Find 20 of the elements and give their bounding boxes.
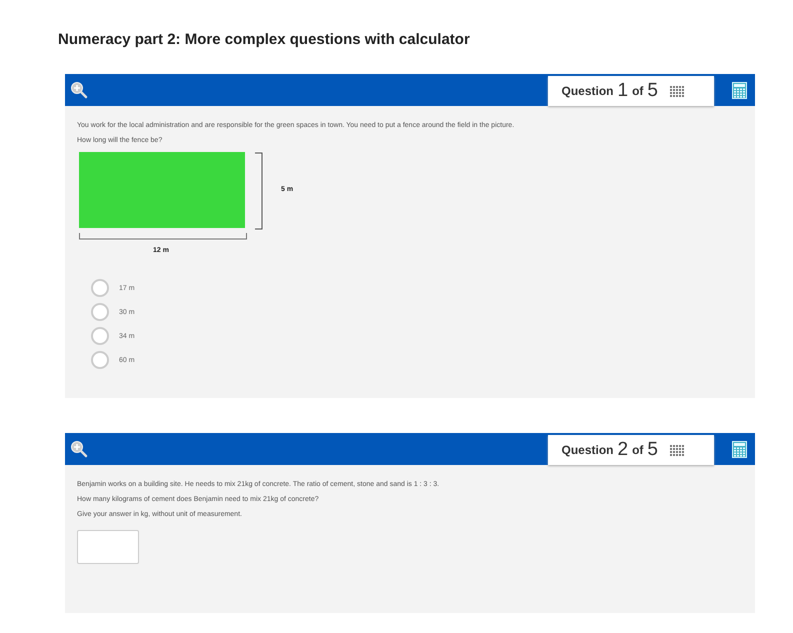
zoom-icon[interactable]	[70, 440, 88, 458]
page-title: Numeracy part 2: More complex questions with calculator	[58, 31, 471, 48]
counter-number: 5	[647, 80, 658, 102]
radio-button[interactable]	[91, 303, 109, 321]
counter-number: 1	[618, 80, 628, 102]
counter-label: Question	[562, 84, 614, 98]
calculator-icon[interactable]	[732, 440, 747, 458]
counter-label: of	[632, 84, 644, 98]
grid-icon[interactable]	[670, 444, 684, 456]
counter-label: of	[632, 443, 644, 457]
counter-number: 2	[618, 439, 628, 461]
grid-icon[interactable]	[670, 86, 684, 96]
zoom-icon[interactable]	[70, 81, 88, 99]
radio-button[interactable]	[91, 327, 109, 345]
radio-button[interactable]	[91, 279, 109, 297]
answer-field[interactable]	[77, 530, 139, 564]
counter-label: Question	[562, 443, 614, 457]
radio-button[interactable]	[91, 351, 109, 369]
counter-number: 5	[647, 439, 658, 461]
calculator-icon[interactable]	[732, 82, 747, 98]
